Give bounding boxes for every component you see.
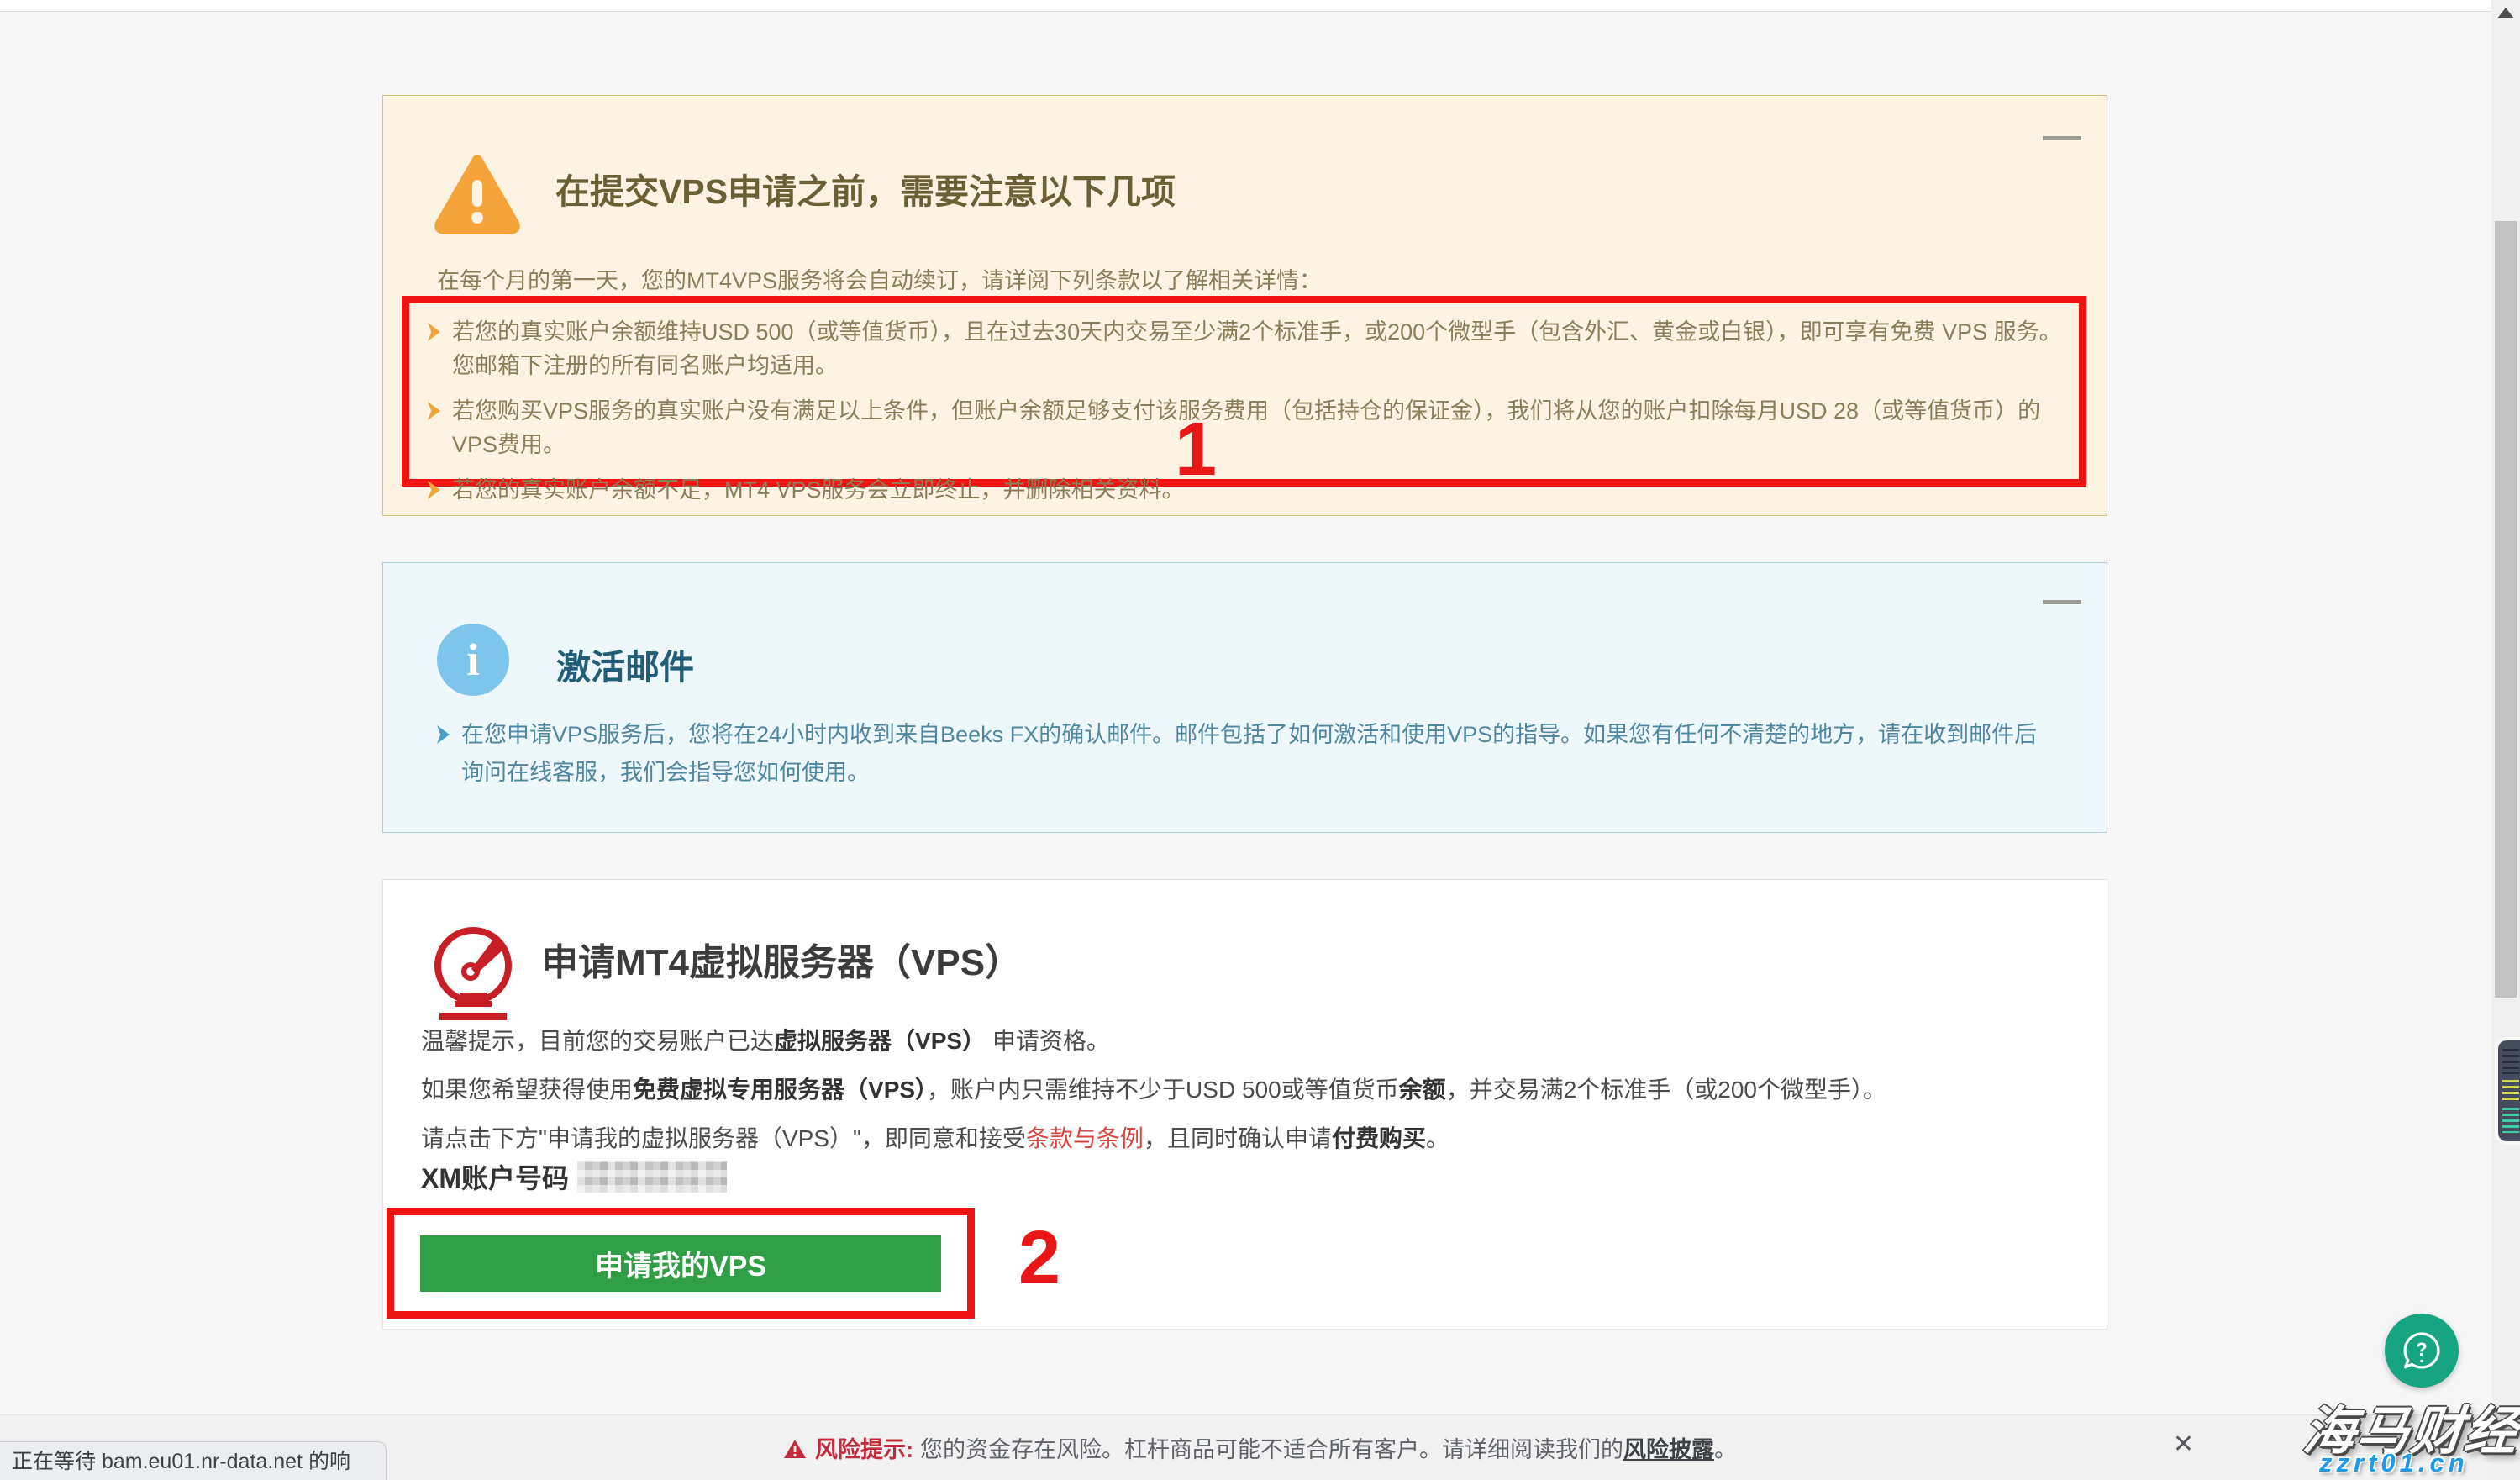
- xm-account-label: XM账户号码: [421, 1157, 569, 1196]
- watermark-site: zzrt01.cn: [2319, 1448, 2469, 1478]
- scroll-up-arrow-icon[interactable]: [2497, 8, 2514, 18]
- risk-text: 您的资金存在风险。杠杆商品可能不适合所有客户。请详细阅读我们的: [920, 1431, 1623, 1464]
- para3-tail: 。: [1426, 1125, 1449, 1151]
- para2-text: 如果您希望获得使用: [421, 1077, 633, 1103]
- collapse-minus-icon[interactable]: [2043, 600, 2081, 604]
- arrow-bullet-icon: [428, 481, 440, 499]
- side-extension-widget[interactable]: [2498, 1040, 2520, 1141]
- activation-email-panel: i 激活邮件 在您申请VPS服务后，您将在24小时内收到来自Beeks FX的确…: [382, 562, 2107, 833]
- para1-tail: 申请资格。: [986, 1028, 1110, 1054]
- para2-tail: ，并交易满2个标准手（或200个微型手）。: [1446, 1077, 1886, 1103]
- warning-panel-intro: 在每个月的第一天，您的MT4VPS服务将会自动续订，请详阅下列条款以了解相关详情…: [437, 262, 1322, 295]
- risk-disclosure-link[interactable]: 风险披露: [1623, 1431, 1714, 1464]
- warning-bullet-2: 若您购买VPS服务的真实账户没有满足以上条件，但账户余额足够支付该服务费用（包括…: [428, 394, 2062, 461]
- widget-stripes-navy: [2502, 1049, 2519, 1074]
- apply-vps-panel: 申请MT4虚拟服务器（VPS） 温馨提示，目前您的交易账户已达虚拟服务器（VPS…: [382, 879, 2107, 1330]
- apply-para-3: 请点击下方"申请我的虚拟服务器（VPS）"，即同意和接受条款与条例，且同时确认申…: [421, 1124, 1449, 1154]
- annotation-box-2: 申请我的VPS: [387, 1208, 975, 1319]
- warning-bullet-2-text: 若您购买VPS服务的真实账户没有满足以上条件，但账户余额足够支付该服务费用（包括…: [452, 394, 2062, 461]
- arrow-bullet-icon: [437, 725, 450, 744]
- info-glyph: i: [466, 634, 479, 686]
- terms-link[interactable]: 条款与条例: [1026, 1125, 1144, 1151]
- warning-bullet-3-text: 若您的真实账户余额不足，MT4 VPS服务会立即终止，并删除相关资料。: [452, 473, 1185, 507]
- para1-bold: 虚拟服务器（VPS）: [774, 1028, 986, 1054]
- apply-panel-title: 申请MT4虚拟服务器（VPS）: [541, 932, 1022, 986]
- top-page-strip: [0, 0, 2520, 12]
- close-icon[interactable]: ✕: [2173, 1432, 2194, 1457]
- apply-para-1: 温馨提示，目前您的交易账户已达虚拟服务器（VPS） 申请资格。: [421, 1026, 1110, 1056]
- para3-mid: ，且同时确认申请: [1144, 1125, 1332, 1151]
- stamp-seal-icon: [421, 920, 525, 1024]
- widget-stripes-teal: [2502, 1108, 2519, 1133]
- risk-text-suffix: 。: [1714, 1431, 1737, 1464]
- browser-status-bubble: 正在等待 bam.eu01.nr-data.net 的响应...: [0, 1441, 387, 1480]
- annotation-number-2: 2: [1018, 1220, 1060, 1296]
- collapse-minus-icon[interactable]: [2043, 136, 2081, 140]
- warning-triangle-icon: [432, 151, 523, 235]
- annotation-box-1: 若您的真实账户余额维持USD 500（或等值货币），且在过去30天内交易至少满2…: [402, 296, 2086, 487]
- para2-bold-2: 余额: [1399, 1077, 1446, 1103]
- censored-account-number: [577, 1161, 727, 1193]
- chat-question-icon: ?: [2399, 1328, 2444, 1373]
- para1-text: 温馨提示，目前您的交易账户已达: [421, 1028, 774, 1054]
- activation-body: 在您申请VPS服务后，您将在24小时内收到来自Beeks FX的确认邮件。邮件包…: [437, 716, 2058, 792]
- apply-my-vps-button[interactable]: 申请我的VPS: [420, 1235, 941, 1292]
- annotation-number-1: 1: [1175, 412, 1217, 487]
- account-row: XM账户号码: [421, 1157, 727, 1196]
- risk-label: 风险提示:: [815, 1431, 913, 1464]
- arrow-bullet-icon: [428, 402, 440, 420]
- activation-panel-title: 激活邮件: [556, 639, 694, 689]
- info-circle-icon: i: [437, 624, 509, 696]
- warning-bullet-3: 若您的真实账户余额不足，MT4 VPS服务会立即终止，并删除相关资料。: [428, 473, 2062, 507]
- activation-body-text: 在您申请VPS服务后，您将在24小时内收到来自Beeks FX的确认邮件。邮件包…: [461, 716, 2058, 792]
- para3-text: 请点击下方"申请我的虚拟服务器（VPS）"，即同意和接受: [421, 1125, 1026, 1151]
- scrollbar-thumb[interactable]: [2495, 221, 2517, 998]
- para2-bold-1: 免费虚拟专用服务器（VPS）: [633, 1077, 927, 1103]
- warning-bullet-1-text: 若您的真实账户余额维持USD 500（或等值货币），且在过去30天内交易至少满2…: [452, 315, 2062, 382]
- para3-bold: 付费购买: [1332, 1125, 1426, 1151]
- vps-warning-panel: 在提交VPS申请之前，需要注意以下几项 在每个月的第一天，您的MT4VPS服务将…: [382, 95, 2107, 516]
- question-glyph: ?: [2416, 1339, 2427, 1360]
- alert-triangle-icon: [783, 1438, 807, 1460]
- warning-bullet-1: 若您的真实账户余额维持USD 500（或等值货币），且在过去30天内交易至少满2…: [428, 315, 2062, 382]
- help-chat-button[interactable]: ?: [2385, 1314, 2459, 1388]
- widget-stripes-yellow: [2502, 1080, 2519, 1102]
- arrow-bullet-icon: [428, 323, 440, 341]
- vertical-scrollbar[interactable]: [2491, 0, 2520, 1480]
- para2-mid: ，账户内只需维持不少于USD 500或等值货币: [927, 1077, 1399, 1103]
- page: 在提交VPS申请之前，需要注意以下几项 在每个月的第一天，您的MT4VPS服务将…: [0, 0, 2520, 1480]
- apply-para-2: 如果您希望获得使用免费虚拟专用服务器（VPS），账户内只需维持不少于USD 50…: [421, 1075, 1886, 1105]
- warning-panel-title: 在提交VPS申请之前，需要注意以下几项: [555, 163, 1176, 213]
